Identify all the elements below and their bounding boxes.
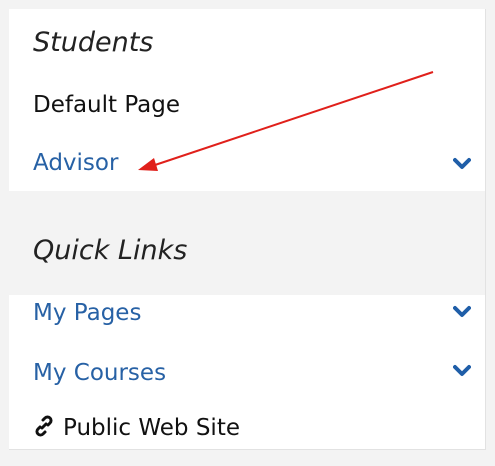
red-arrow-annotation [138,71,434,171]
